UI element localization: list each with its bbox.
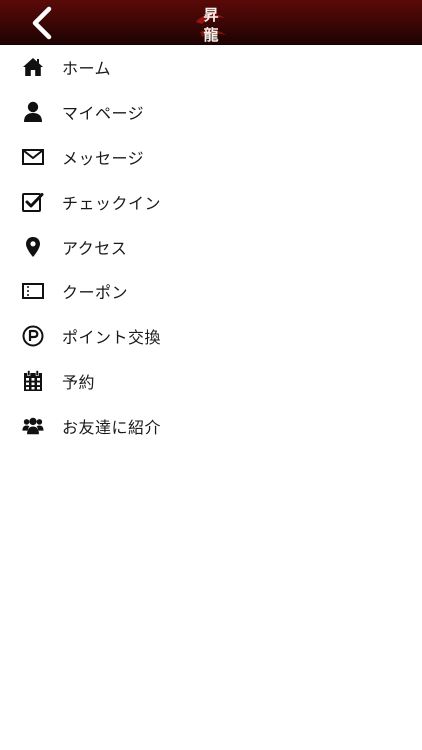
svg-text:龍: 龍 (203, 26, 218, 43)
ticket-icon (22, 280, 44, 302)
brand-logo: 昇 龍 (192, 2, 230, 44)
menu-item-label: ポイント交換 (62, 328, 162, 348)
menu-item-label: 予約 (62, 372, 96, 392)
menu-item-label: メッセージ (62, 148, 145, 168)
menu-item-message[interactable]: メッセージ (0, 135, 422, 180)
menu-item-label: お友達に紹介 (62, 417, 162, 437)
menu-item-access[interactable]: アクセス (0, 224, 422, 269)
menu-item-label: クーポン (62, 283, 129, 303)
menu-item-label: ホーム (62, 59, 112, 79)
envelope-icon (22, 146, 44, 168)
checkbox-icon (22, 191, 44, 213)
users-icon (22, 415, 44, 437)
menu-item-home[interactable]: ホーム (0, 45, 422, 90)
logo-text: 昇 (203, 6, 218, 24)
menu-item-refer-friend[interactable]: お友達に紹介 (0, 403, 422, 448)
menu-item-mypage[interactable]: マイページ (0, 90, 422, 135)
chevron-left-icon (32, 6, 52, 40)
menu-item-label: チェックイン (62, 193, 162, 213)
menu-item-coupon[interactable]: クーポン (0, 269, 422, 314)
calendar-icon (22, 370, 44, 392)
menu-item-label: マイページ (62, 104, 145, 124)
menu-item-point-exchange[interactable]: ポイント交換 (0, 314, 422, 359)
back-button[interactable] (22, 4, 62, 42)
app-header: 昇 龍 (0, 0, 422, 45)
point-circle-icon (22, 325, 44, 347)
side-menu: ホーム マイページ メッセージ チェックイン アクセス クーポン ポイント交換 … (0, 45, 422, 448)
menu-item-checkin[interactable]: チェックイン (0, 179, 422, 224)
menu-item-reservation[interactable]: 予約 (0, 359, 422, 404)
map-pin-icon (22, 236, 44, 258)
home-icon (22, 56, 44, 78)
menu-item-label: アクセス (62, 238, 128, 258)
user-icon (22, 101, 44, 123)
